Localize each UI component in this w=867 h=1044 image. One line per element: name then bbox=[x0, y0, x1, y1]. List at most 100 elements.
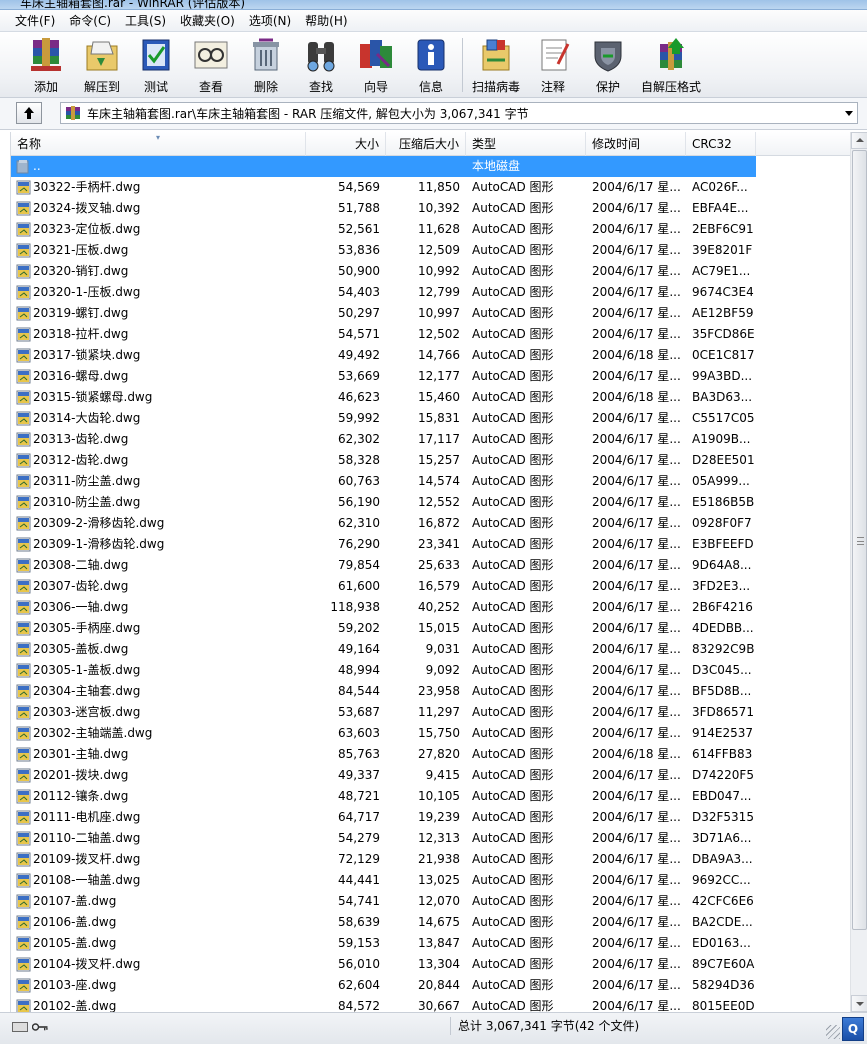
table-row[interactable]: 20313-齿轮.dwg 62,302 17,117 AutoCAD 图形 2004/6… bbox=[11, 429, 850, 450]
dwg-file-icon bbox=[16, 600, 31, 615]
menu-item-3[interactable]: 收藏夹(O) bbox=[173, 10, 242, 31]
toolbar-button-10[interactable]: 保护 bbox=[578, 34, 638, 96]
file-name: 20308-二轴.dwg bbox=[33, 558, 129, 572]
scroll-down-button[interactable] bbox=[851, 995, 867, 1012]
file-modified: 2004/6/17 星... bbox=[592, 243, 681, 257]
key-icon[interactable] bbox=[32, 1023, 48, 1031]
table-row[interactable]: 20307-齿轮.dwg 61,600 16,579 AutoCAD 图形 2004/6… bbox=[11, 576, 850, 597]
table-row[interactable]: 20314-大齿轮.dwg 59,992 15,831 AutoCAD 图形 2004/… bbox=[11, 408, 850, 429]
address-combo[interactable]: 车床主轴箱套图.rar\车床主轴箱套图 - RAR 压缩文件, 解包大小为 3,… bbox=[60, 102, 858, 124]
menu-item-4[interactable]: 选项(N) bbox=[242, 10, 298, 31]
table-row[interactable]: 20104-拨叉杆.dwg 56,010 13,304 AutoCAD 图形 2004/… bbox=[11, 954, 850, 975]
file-name: 20303-迷宫板.dwg bbox=[33, 705, 141, 719]
table-row[interactable]: 20320-1-压板.dwg 54,403 12,799 AutoCAD 图形 2004… bbox=[11, 282, 850, 303]
column-header-modified[interactable]: 修改时间 bbox=[586, 132, 686, 156]
scroll-up-button[interactable] bbox=[851, 132, 867, 149]
table-row[interactable]: 20316-螺母.dwg 53,669 12,177 AutoCAD 图形 2004/6… bbox=[11, 366, 850, 387]
toolbar-button-2[interactable]: 测试 bbox=[126, 34, 186, 96]
file-type: AutoCAD 图形 bbox=[472, 600, 554, 614]
menu-item-1[interactable]: 命令(C) bbox=[62, 10, 118, 31]
grip-icon bbox=[857, 537, 864, 545]
table-row[interactable]: 20110-二轴盖.dwg 54,279 12,313 AutoCAD 图形 2004/… bbox=[11, 828, 850, 849]
column-header-size[interactable]: 大小 bbox=[306, 132, 386, 156]
table-row[interactable]: 20321-压板.dwg 53,836 12,509 AutoCAD 图形 2004/6… bbox=[11, 240, 850, 261]
toolbar-button-4[interactable]: 删除 bbox=[236, 34, 296, 96]
table-row[interactable]: 20102-盖.dwg 84,572 30,667 AutoCAD 图形 2004/6/… bbox=[11, 996, 850, 1012]
table-row[interactable]: 20318-拉杆.dwg 54,571 12,502 AutoCAD 图形 2004/6… bbox=[11, 324, 850, 345]
toolbar-button-11[interactable]: 自解压格式 bbox=[641, 34, 701, 96]
file-size: 54,741 bbox=[338, 894, 380, 908]
resize-grip-icon[interactable] bbox=[826, 1025, 840, 1039]
menu-item-5[interactable]: 帮助(H) bbox=[298, 10, 354, 31]
table-row[interactable]: 20309-1-滑移齿轮.dwg 76,290 23,341 AutoCAD 图形 20… bbox=[11, 534, 850, 555]
file-modified: 2004/6/17 星... bbox=[592, 894, 681, 908]
table-row[interactable]: 20103-座.dwg 62,604 20,844 AutoCAD 图形 2004/6/… bbox=[11, 975, 850, 996]
table-row[interactable]: 20109-拨叉杆.dwg 72,129 21,938 AutoCAD 图形 2004/… bbox=[11, 849, 850, 870]
up-folder-button[interactable] bbox=[16, 102, 42, 124]
column-header-crc[interactable]: CRC32 bbox=[686, 132, 756, 156]
file-type: AutoCAD 图形 bbox=[472, 852, 554, 866]
toolbar-button-5[interactable]: 查找 bbox=[291, 34, 351, 96]
file-packed-size: 11,628 bbox=[418, 222, 460, 236]
toolbar-button-9[interactable]: 注释 bbox=[523, 34, 583, 96]
table-row[interactable]: 20301-主轴.dwg 85,763 27,820 AutoCAD 图形 2004/6… bbox=[11, 744, 850, 765]
table-row[interactable]: 20302-主轴端盖.dwg 63,603 15,750 AutoCAD 图形 2004… bbox=[11, 723, 850, 744]
table-row[interactable]: 20305-1-盖板.dwg 48,994 9,092 AutoCAD 图形 2004/… bbox=[11, 660, 850, 681]
file-modified: 2004/6/17 星... bbox=[592, 642, 681, 656]
toolbar-button-7[interactable]: 信息 bbox=[401, 34, 461, 96]
table-row[interactable]: 20111-电机座.dwg 64,717 19,239 AutoCAD 图形 2004/… bbox=[11, 807, 850, 828]
file-type: AutoCAD 图形 bbox=[472, 936, 554, 950]
table-row[interactable]: 20320-销钉.dwg 50,900 10,992 AutoCAD 图形 2004/6… bbox=[11, 261, 850, 282]
find-icon bbox=[301, 36, 341, 74]
table-row[interactable]: 20201-拨块.dwg 49,337 9,415 AutoCAD 图形 2004/6/… bbox=[11, 765, 850, 786]
scroll-thumb[interactable] bbox=[852, 150, 867, 930]
table-row[interactable]: 20311-防尘盖.dwg 60,763 14,574 AutoCAD 图形 2004/… bbox=[11, 471, 850, 492]
dwg-file-icon bbox=[16, 201, 31, 216]
file-packed-size: 40,252 bbox=[418, 600, 460, 614]
table-row[interactable]: 20106-盖.dwg 58,639 14,675 AutoCAD 图形 2004/6/… bbox=[11, 912, 850, 933]
table-row[interactable]: 20304-主轴套.dwg 84,544 23,958 AutoCAD 图形 2004/… bbox=[11, 681, 850, 702]
file-name: 20324-拨叉轴.dwg bbox=[33, 201, 141, 215]
toolbar-button-6[interactable]: 向导 bbox=[346, 34, 406, 96]
table-row[interactable]: 20319-螺钉.dwg 50,297 10,997 AutoCAD 图形 2004/6… bbox=[11, 303, 850, 324]
file-packed-size: 12,552 bbox=[418, 495, 460, 509]
drive-icon[interactable] bbox=[12, 1022, 28, 1032]
table-row[interactable]: 20312-齿轮.dwg 58,328 15,257 AutoCAD 图形 2004/6… bbox=[11, 450, 850, 471]
toolbar-button-3[interactable]: 查看 bbox=[181, 34, 241, 96]
table-row[interactable]: 20323-定位板.dwg 52,561 11,628 AutoCAD 图形 2004/… bbox=[11, 219, 850, 240]
table-row[interactable]: 20317-锁紧块.dwg 49,492 14,766 AutoCAD 图形 2004/… bbox=[11, 345, 850, 366]
parent-folder-row[interactable]: .. 本地磁盘 bbox=[11, 156, 850, 177]
quick-search-button[interactable]: Q bbox=[842, 1017, 864, 1041]
column-header-packed[interactable]: 压缩后大小 bbox=[386, 132, 466, 156]
file-crc: 9674C3E4 bbox=[692, 285, 754, 299]
table-row[interactable]: 20310-防尘盖.dwg 56,190 12,552 AutoCAD 图形 2004/… bbox=[11, 492, 850, 513]
toolbar-label: 信息 bbox=[418, 80, 443, 94]
table-row[interactable]: 20309-2-滑移齿轮.dwg 62,310 16,872 AutoCAD 图形 20… bbox=[11, 513, 850, 534]
column-header-type[interactable]: 类型 bbox=[466, 132, 586, 156]
toolbar-button-8[interactable]: 扫描病毒 bbox=[466, 34, 526, 96]
vertical-scrollbar[interactable] bbox=[850, 132, 867, 1012]
file-modified: 2004/6/17 星... bbox=[592, 369, 681, 383]
file-packed-size: 14,574 bbox=[418, 474, 460, 488]
menu-item-0[interactable]: 文件(F) bbox=[8, 10, 62, 31]
table-row[interactable]: 20308-二轴.dwg 79,854 25,633 AutoCAD 图形 2004/6… bbox=[11, 555, 850, 576]
toolbar-button-0[interactable]: 添加 bbox=[16, 34, 76, 96]
file-list[interactable]: 名称 ▾ 大小 压缩后大小 类型 修改时间 CRC32 .. 本地磁盘 3032… bbox=[10, 132, 850, 1012]
table-row[interactable]: 20324-拨叉轴.dwg 51,788 10,392 AutoCAD 图形 2004/… bbox=[11, 198, 850, 219]
file-size: 59,202 bbox=[338, 621, 380, 635]
menu-item-2[interactable]: 工具(S) bbox=[118, 10, 173, 31]
file-modified: 2004/6/17 星... bbox=[592, 873, 681, 887]
table-row[interactable]: 20306-一轴.dwg 118,938 40,252 AutoCAD 图形 2004/… bbox=[11, 597, 850, 618]
table-row[interactable]: 30322-手柄杆.dwg 54,569 11,850 AutoCAD 图形 2004/… bbox=[11, 177, 850, 198]
table-row[interactable]: 20305-盖板.dwg 49,164 9,031 AutoCAD 图形 2004/6/… bbox=[11, 639, 850, 660]
table-row[interactable]: 20112-镶条.dwg 48,721 10,105 AutoCAD 图形 2004/6… bbox=[11, 786, 850, 807]
chevron-down-icon[interactable] bbox=[845, 111, 853, 116]
table-row[interactable]: 20107-盖.dwg 54,741 12,070 AutoCAD 图形 2004/6/… bbox=[11, 891, 850, 912]
table-row[interactable]: 20315-锁紧螺母.dwg 46,623 15,460 AutoCAD 图形 2004… bbox=[11, 387, 850, 408]
file-type: AutoCAD 图形 bbox=[472, 516, 554, 530]
table-row[interactable]: 20108-一轴盖.dwg 44,441 13,025 AutoCAD 图形 2004/… bbox=[11, 870, 850, 891]
table-row[interactable]: 20303-迷宫板.dwg 53,687 11,297 AutoCAD 图形 2004/… bbox=[11, 702, 850, 723]
table-row[interactable]: 20305-手柄座.dwg 59,202 15,015 AutoCAD 图形 2004/… bbox=[11, 618, 850, 639]
table-row[interactable]: 20105-盖.dwg 59,153 13,847 AutoCAD 图形 2004/6/… bbox=[11, 933, 850, 954]
toolbar-button-1[interactable]: 解压到 bbox=[72, 34, 132, 96]
